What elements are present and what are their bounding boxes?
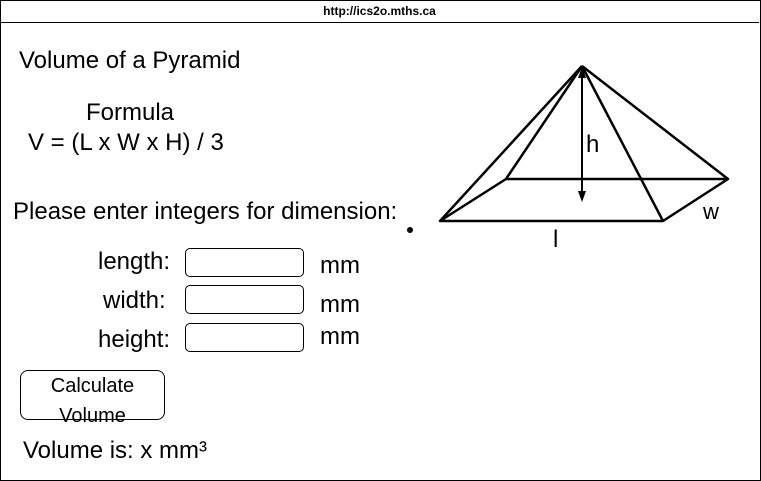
pyramid-edge-back-right bbox=[581, 65, 729, 180]
pyramid-edge-front-left bbox=[439, 65, 583, 222]
height-symbol: h bbox=[586, 131, 599, 158]
pyramid-diagram: h l w bbox=[438, 65, 730, 253]
pyramid-edge-back-left bbox=[504, 65, 584, 180]
height-arrow bbox=[578, 67, 586, 202]
pyramid-base bbox=[438, 177, 730, 223]
pyramid-edges bbox=[438, 65, 730, 223]
width-symbol: w bbox=[702, 199, 719, 224]
length-symbol: l bbox=[553, 226, 558, 253]
